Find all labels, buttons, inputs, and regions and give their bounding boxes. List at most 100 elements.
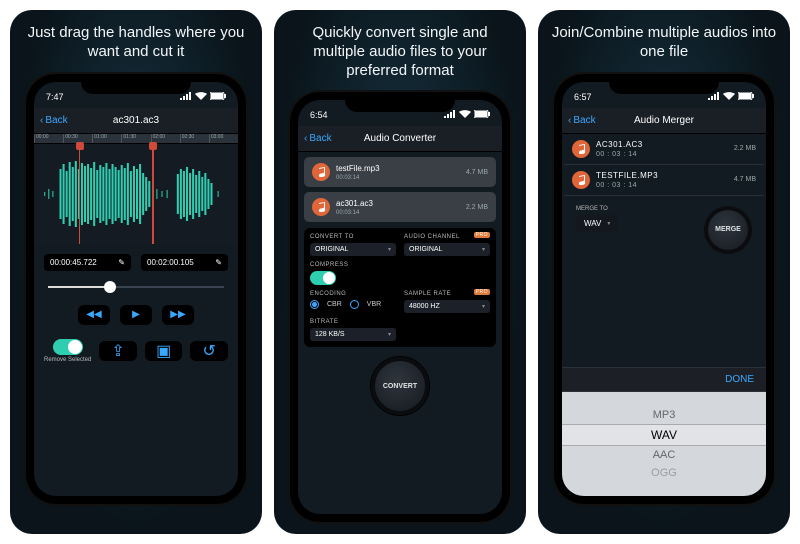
slider-fill: [48, 286, 110, 288]
picker-item[interactable]: OGG: [562, 464, 766, 482]
setting-label: SAMPLE RATEPRO: [404, 291, 490, 297]
tick: 03:00: [209, 134, 238, 143]
play-icon: ▶: [132, 309, 140, 320]
back-button[interactable]: ‹ Back: [40, 115, 68, 126]
settings: CONVERT TO ORIGINAL▾ AUDIO CHANNEL PRO OR…: [304, 228, 496, 347]
headline: Quickly convert single and multiple audi…: [274, 10, 526, 92]
label-text: AUDIO CHANNEL: [404, 234, 460, 240]
audio-channel-setting: AUDIO CHANNEL PRO ORIGINAL▾: [404, 234, 490, 256]
status-icons: [444, 110, 490, 120]
chevron-left-icon: ‹: [304, 133, 307, 144]
merge-button[interactable]: MERGE: [704, 206, 752, 254]
play-button[interactable]: ▶: [120, 305, 152, 325]
forward-button[interactable]: ▶▶: [162, 305, 194, 325]
trim-handle-start[interactable]: [79, 144, 81, 244]
back-label: Back: [573, 115, 595, 126]
back-button[interactable]: ‹ Back: [304, 133, 332, 144]
battery-icon: [474, 110, 490, 120]
screen-cutter: 7:47 ‹ Back ac301.ac3 00:00 00:30 01:00 …: [34, 82, 238, 496]
chevron-down-icon: ▾: [388, 331, 391, 338]
end-time-field[interactable]: 00:02:00.105 ✎: [141, 254, 228, 271]
music-icon: [312, 198, 330, 216]
done-button[interactable]: DONE: [725, 374, 754, 385]
picker-item-selected[interactable]: WAV: [562, 424, 766, 446]
file-meta: AC301.AC3 00 : 03 : 14: [596, 140, 734, 158]
file-name: ac301.ac3: [336, 199, 466, 208]
picker-item[interactable]: AAC: [562, 446, 766, 464]
navbar: ‹ Back Audio Converter: [298, 126, 502, 152]
merge-label: MERGE: [715, 226, 741, 233]
back-label: Back: [309, 133, 331, 144]
file-size: 2.2 MB: [466, 204, 488, 211]
merge-to-setting: MERGE TO WAV ▾: [576, 206, 618, 232]
tick: 01:00: [92, 134, 121, 143]
tick: 01:30: [121, 134, 150, 143]
sample-rate-setting: SAMPLE RATEPRO 48000 HZ▾: [404, 291, 490, 313]
clock: 7:47: [46, 92, 64, 102]
setting-label: ENCODING: [310, 291, 396, 297]
bitrate-setting: BITRATE 128 KB/S ▾: [310, 319, 396, 341]
pro-badge: PRO: [474, 232, 490, 238]
share-button[interactable]: ⇪: [99, 341, 137, 361]
file-duration: 00 : 03 : 14: [596, 182, 734, 189]
remove-selected-toggle[interactable]: [53, 339, 83, 355]
sample-rate-select[interactable]: 48000 HZ▾: [404, 300, 490, 313]
setting-label: BITRATE: [310, 319, 396, 325]
chevron-down-icon: ▾: [482, 246, 485, 253]
back-label: Back: [45, 115, 67, 126]
compress-setting: COMPRESS: [310, 262, 396, 285]
battery-icon: [210, 92, 226, 102]
file-name: AC301.AC3: [596, 140, 734, 149]
undo-icon: ↺: [203, 341, 216, 361]
file-row[interactable]: AC301.AC3 00 : 03 : 14 2.2 MB: [564, 134, 764, 165]
share-icon: ⇪: [111, 341, 124, 361]
value: 128 KB/S: [315, 331, 345, 338]
setting-label: CONVERT TO: [310, 234, 396, 240]
convert-to-setting: CONVERT TO ORIGINAL▾: [310, 234, 396, 256]
screenshot-panel-1: Just drag the handles where you want and…: [10, 10, 262, 534]
rewind-button[interactable]: ◀◀: [78, 305, 110, 325]
pro-badge: PRO: [474, 289, 490, 295]
crop-button[interactable]: ▣: [145, 341, 183, 361]
file-row[interactable]: testFile.mp3 00:03:14 4.7 MB: [304, 157, 496, 187]
trim-handle-end[interactable]: [152, 144, 154, 244]
audio-channel-select[interactable]: ORIGINAL▾: [404, 243, 490, 256]
encoding-setting: ENCODING CBR VBR: [310, 291, 396, 313]
waveform-area[interactable]: [34, 144, 238, 244]
navbar: ‹ Back Audio Merger: [562, 108, 766, 134]
back-button[interactable]: ‹ Back: [568, 115, 596, 126]
status-icons: [180, 92, 226, 102]
file-row[interactable]: ac301.ac3 00:03:14 2.2 MB: [304, 192, 496, 222]
value: WAV: [584, 219, 601, 228]
waveform-icon: [34, 159, 238, 229]
value: 48000 HZ: [409, 303, 440, 310]
convert-label: CONVERT: [383, 383, 417, 390]
file-row[interactable]: TESTFILE.MP3 00 : 03 : 14 4.7 MB: [564, 165, 764, 196]
convert-button[interactable]: CONVERT: [371, 357, 429, 415]
pencil-icon: ✎: [118, 258, 125, 267]
format-picker[interactable]: MP3 WAV AAC OGG: [562, 392, 766, 496]
screen-merger: 6:57 ‹ Back Audio Merger AC301.AC3 00: [562, 82, 766, 496]
vbr-radio[interactable]: [350, 300, 359, 309]
rewind-icon: ◀◀: [86, 309, 101, 320]
start-time-field[interactable]: 00:00:45.722 ✎: [44, 254, 131, 271]
bitrate-select[interactable]: 128 KB/S ▾: [310, 328, 396, 341]
slider-thumb[interactable]: [104, 281, 116, 293]
merge-to-select[interactable]: WAV ▾: [576, 215, 618, 232]
music-icon: [312, 163, 330, 181]
compress-toggle[interactable]: [310, 271, 336, 285]
music-icon: [572, 140, 590, 158]
chevron-down-icon: ▾: [388, 246, 391, 253]
picker-item[interactable]: MP3: [562, 406, 766, 424]
convert-to-select[interactable]: ORIGINAL▾: [310, 243, 396, 256]
cbr-radio[interactable]: [310, 300, 319, 309]
bottom-row: Remove Selected ⇪ ▣ ↺: [34, 333, 238, 369]
time-row: 00:00:45.722 ✎ 00:02:00.105 ✎: [34, 244, 238, 277]
screenshot-panel-2: Quickly convert single and multiple audi…: [274, 10, 526, 534]
undo-button[interactable]: ↺: [190, 341, 228, 361]
phone-frame: 6:57 ‹ Back Audio Merger AC301.AC3 00: [554, 74, 774, 504]
done-bar: DONE: [562, 367, 766, 392]
playhead-slider[interactable]: [48, 281, 224, 293]
wifi-icon: [459, 110, 471, 120]
clock: 6:54: [310, 110, 328, 120]
